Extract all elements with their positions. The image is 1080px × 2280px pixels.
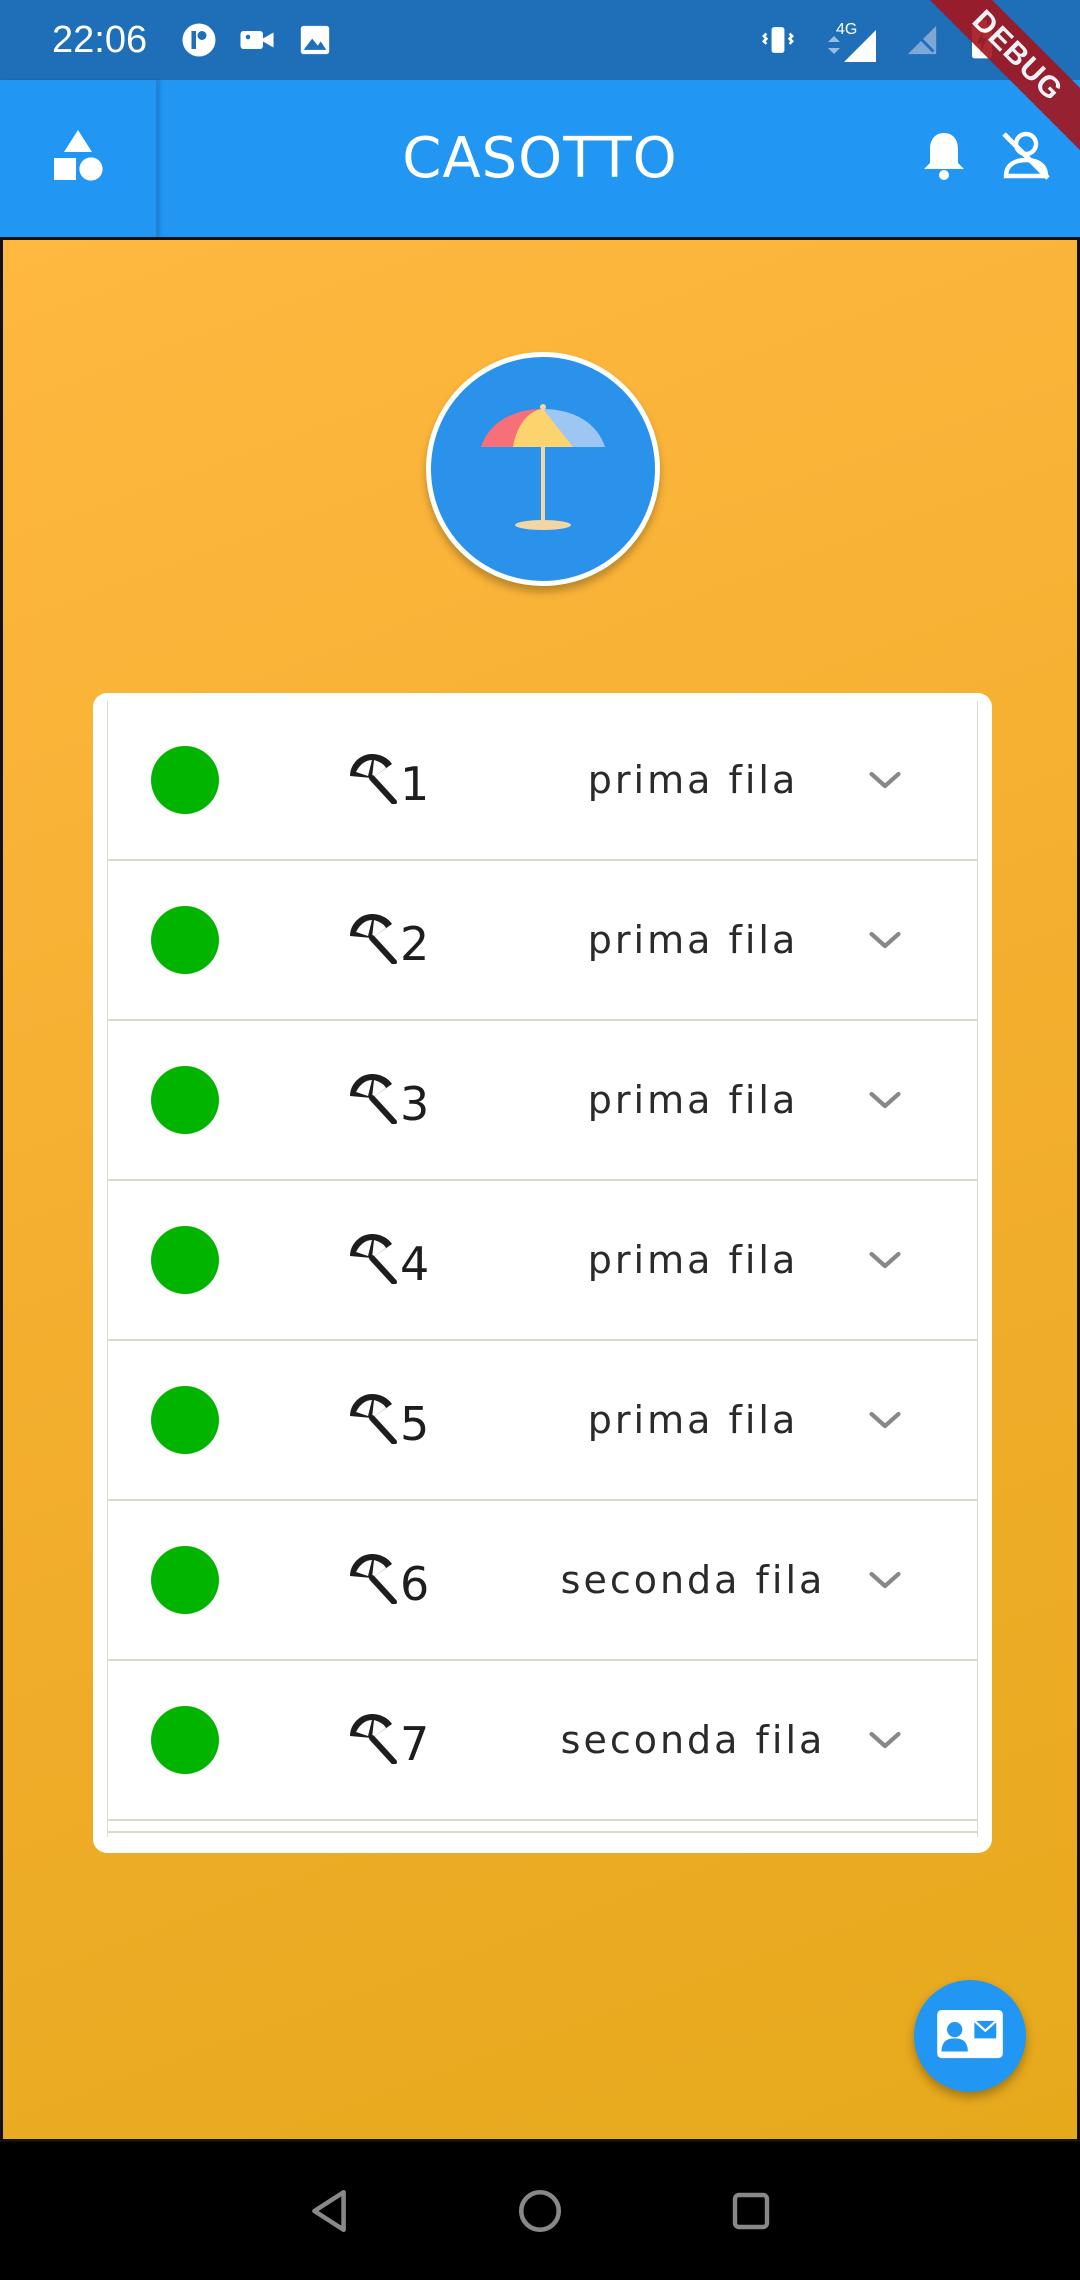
vibrate-icon (760, 22, 796, 58)
availability-dot (151, 1226, 219, 1294)
chevron-down-icon[interactable] (863, 1238, 907, 1282)
umbrella-row[interactable]: 2 prima fila (108, 861, 977, 1021)
person-off-icon[interactable] (998, 128, 1054, 189)
availability-dot (151, 906, 219, 974)
beach-umbrella-icon (346, 1392, 398, 1449)
row-label: seconda fila (560, 1558, 826, 1602)
umbrella-row[interactable]: 4 prima fila (108, 1181, 977, 1341)
menu-button[interactable] (0, 80, 158, 237)
no-sim-icon (904, 22, 940, 58)
availability-dot (151, 746, 219, 814)
availability-dot (151, 1386, 219, 1454)
system-nav-bar (0, 2142, 1080, 2280)
umbrella-row[interactable]: 6 seconda fila (108, 1501, 977, 1661)
beach-umbrella-icon (346, 1712, 398, 1769)
app-title: CASOTTO (402, 126, 678, 191)
beach-umbrella-logo (426, 352, 660, 586)
row-label: prima fila (587, 1398, 799, 1442)
umbrella-number: 7 (346, 1709, 429, 1771)
umbrella-list: 1 prima fila 2 prima fila 3 prima fila 4 prima … (107, 701, 978, 1837)
recents-icon[interactable] (723, 2183, 779, 2239)
chevron-down-icon[interactable] (863, 1558, 907, 1602)
row-label: prima fila (587, 1078, 799, 1122)
contact-card-button[interactable] (914, 1980, 1026, 2092)
umbrella-number: 5 (346, 1389, 429, 1451)
video-camera-icon (239, 22, 275, 58)
umbrella-number: 6 (346, 1549, 429, 1611)
chevron-down-icon[interactable] (863, 758, 907, 802)
chevron-down-icon[interactable] (863, 1078, 907, 1122)
umbrella-row[interactable]: 7 seconda fila (108, 1661, 977, 1821)
beach-umbrella-icon (481, 404, 605, 530)
back-icon[interactable] (301, 2183, 357, 2239)
row-label: prima fila (587, 1238, 799, 1282)
umbrella-number: 1 (346, 749, 429, 811)
app-badge-icon (181, 22, 217, 58)
chevron-down-icon[interactable] (863, 1718, 907, 1762)
chevron-down-icon[interactable] (863, 1398, 907, 1442)
network-4g-icon: 4G (820, 21, 880, 62)
umbrella-number-text: 2 (400, 917, 430, 971)
row-label: prima fila (587, 758, 799, 802)
beach-umbrella-icon (346, 1552, 398, 1609)
list-end-divider (108, 1821, 977, 1833)
availability-dot (151, 1066, 219, 1134)
row-label: seconda fila (560, 1718, 826, 1762)
umbrella-list-card: 1 prima fila 2 prima fila 3 prima fila 4 prima … (93, 693, 992, 1853)
bell-icon[interactable] (920, 129, 968, 188)
umbrella-number: 2 (346, 909, 429, 971)
home-icon[interactable] (512, 2183, 568, 2239)
umbrella-row[interactable]: 1 prima fila (108, 701, 977, 861)
main-content: 1 prima fila 2 prima fila 3 prima fila 4 prima … (0, 237, 1080, 2142)
umbrella-number: 4 (346, 1229, 429, 1291)
availability-dot (151, 1706, 219, 1774)
network-label: 4G (836, 21, 857, 38)
umbrella-number: 3 (346, 1069, 429, 1131)
status-time: 22:06 (52, 18, 148, 61)
beach-umbrella-icon (346, 1232, 398, 1289)
availability-dot (151, 1546, 219, 1614)
umbrella-number-text: 6 (400, 1557, 430, 1611)
umbrella-row[interactable]: 5 prima fila (108, 1341, 977, 1501)
row-label: prima fila (587, 918, 799, 962)
umbrella-number-text: 3 (400, 1077, 430, 1131)
umbrella-number-text: 5 (400, 1397, 430, 1451)
beach-umbrella-icon (346, 752, 398, 809)
contact-card-icon (935, 2007, 1005, 2066)
umbrella-number-text: 1 (400, 757, 430, 811)
umbrella-number-text: 4 (400, 1237, 430, 1291)
beach-umbrella-icon (346, 912, 398, 969)
app-bar: CASOTTO (0, 80, 1080, 237)
umbrella-number-text: 7 (400, 1717, 430, 1771)
status-bar: 22:06 4G (0, 0, 1080, 80)
chevron-down-icon[interactable] (863, 918, 907, 962)
umbrella-row[interactable]: 3 prima fila (108, 1021, 977, 1181)
image-icon (297, 22, 333, 58)
beach-umbrella-icon (346, 1072, 398, 1129)
shapes-icon (48, 128, 108, 189)
